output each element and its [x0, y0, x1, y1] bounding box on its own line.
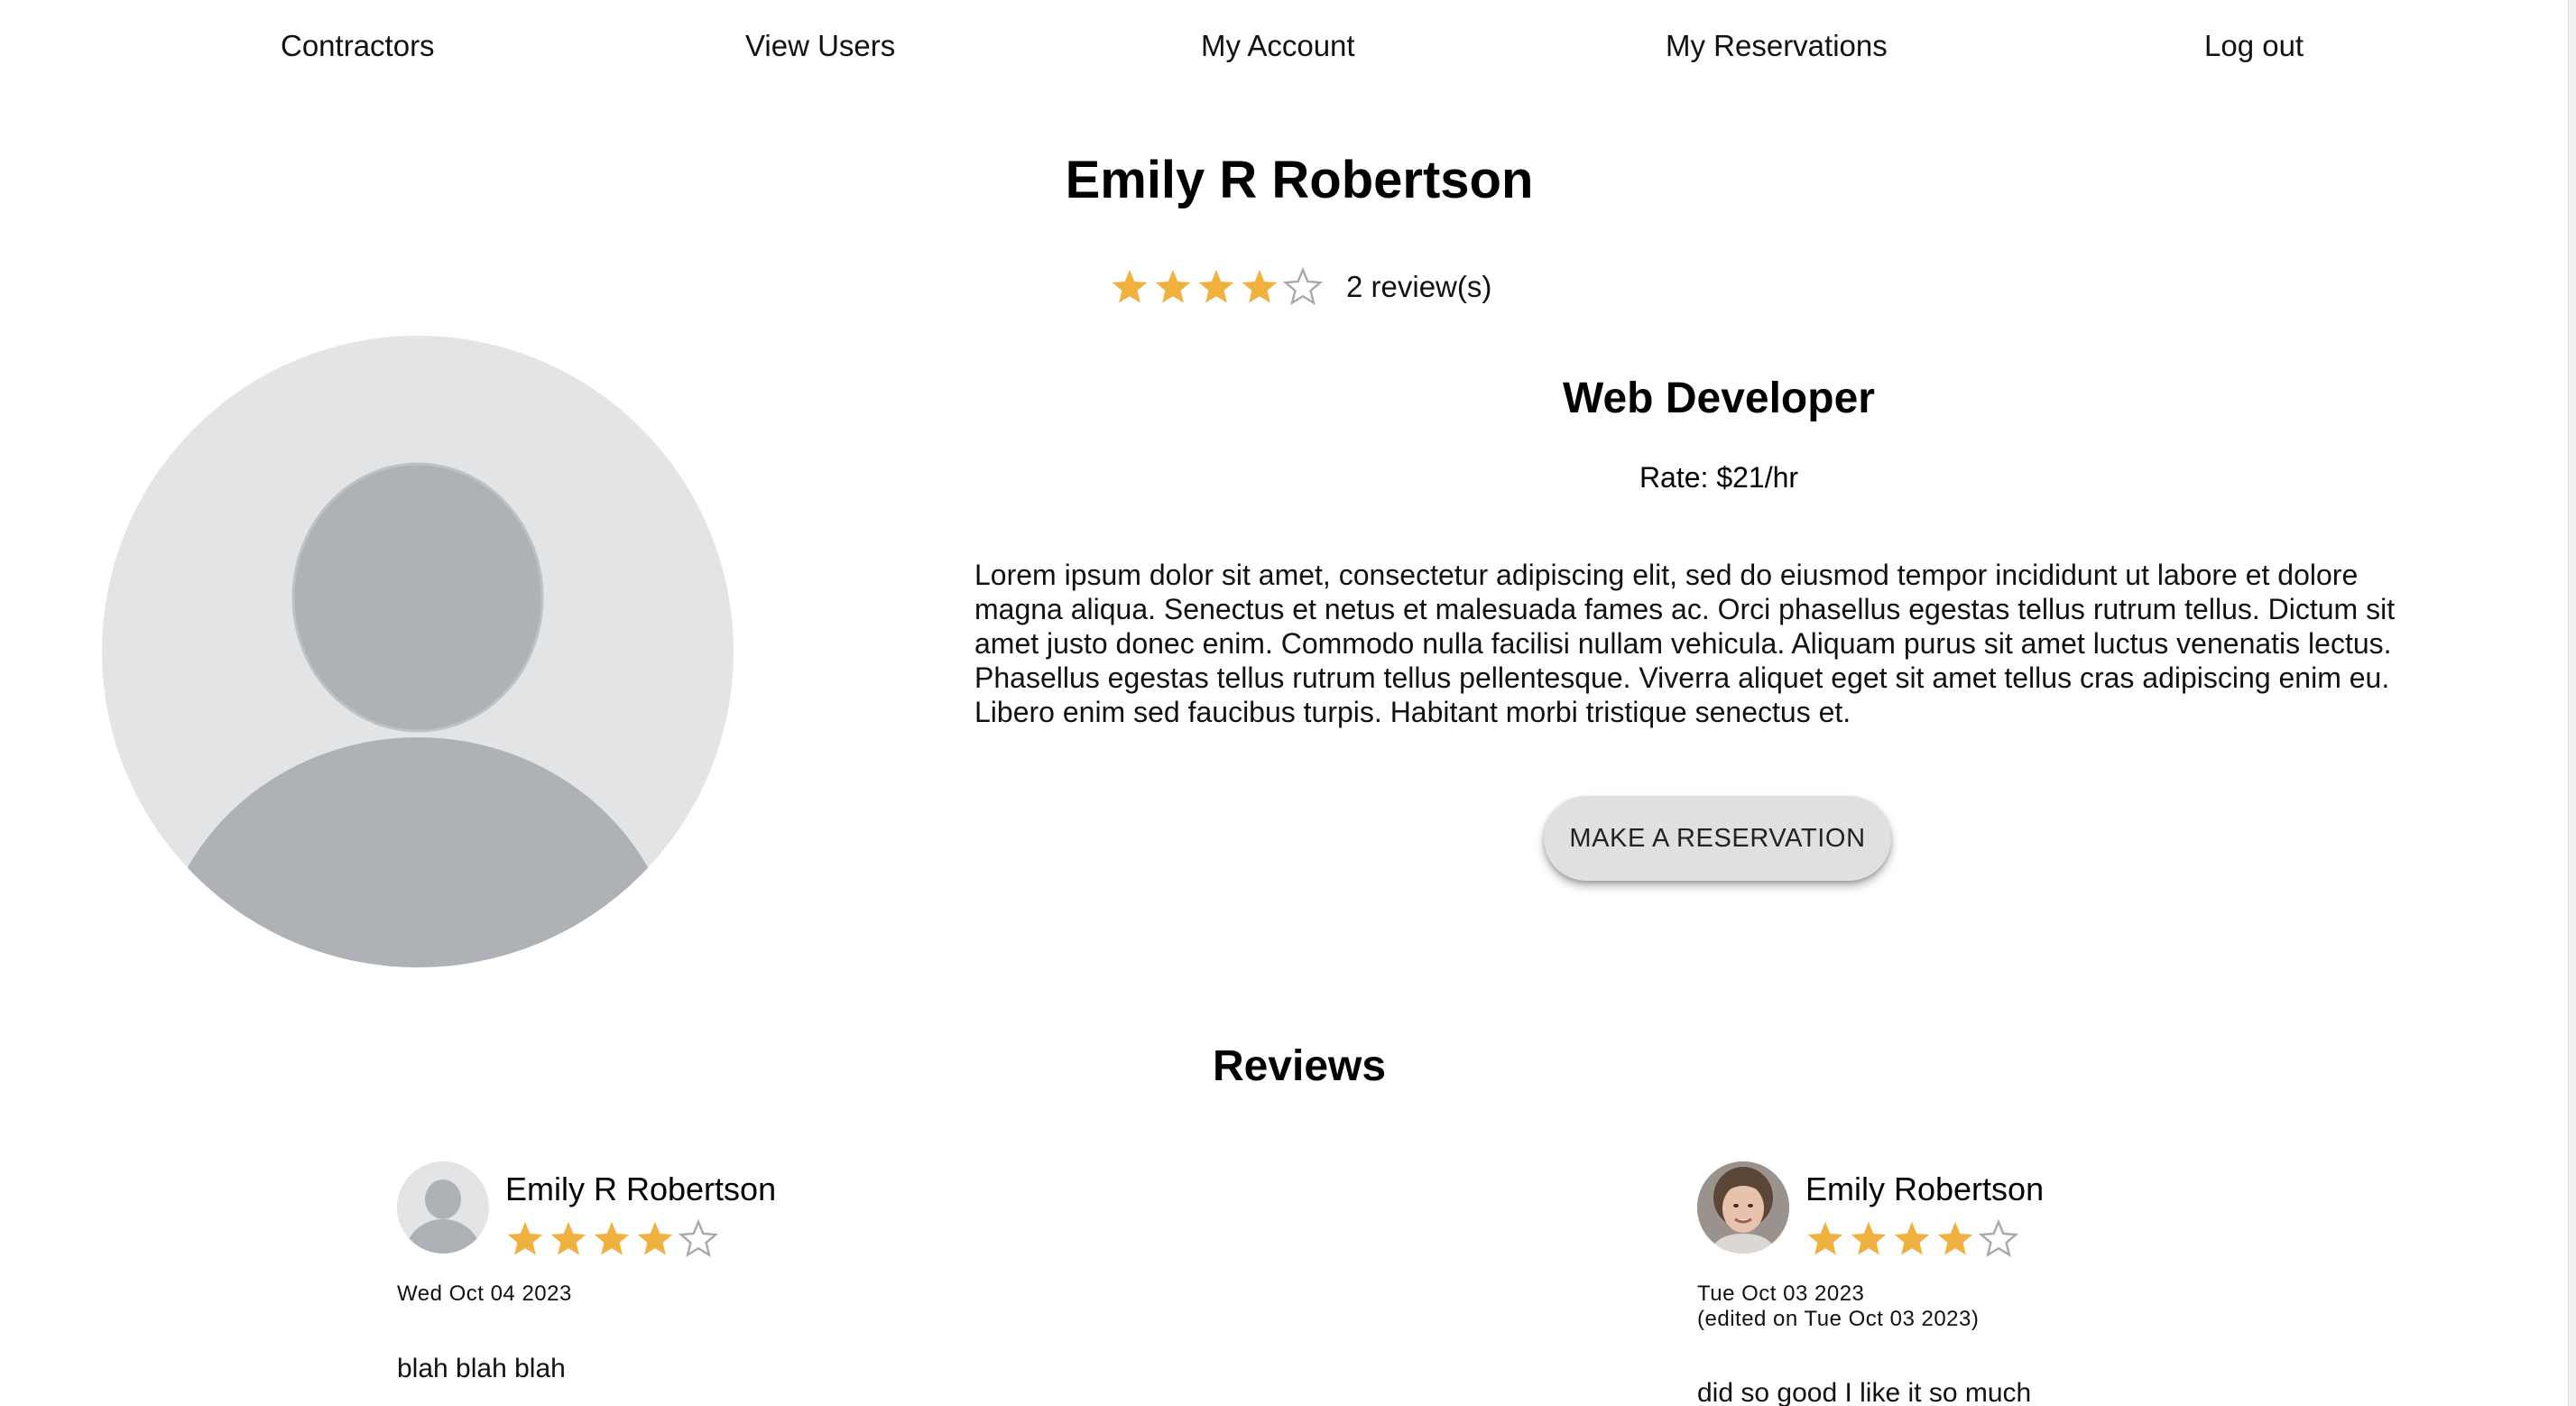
profile-bio: Lorem ipsum dolor sit amet, consectetur … [974, 559, 2396, 728]
star-filled-icon [1155, 269, 1191, 303]
user-photo-avatar [1697, 1161, 1789, 1253]
nav-my-reservations-link[interactable]: My Reservations [1666, 27, 1888, 65]
review-date: Wed Oct 04 2023 [397, 1281, 572, 1306]
scrollbar[interactable] [2568, 0, 2576, 1406]
review-count: 2 review(s) [1346, 270, 1492, 303]
nav-log-out-link[interactable]: Log out [2204, 27, 2304, 65]
star-filled-icon [1198, 269, 1234, 303]
star-filled-icon [507, 1221, 543, 1255]
review-date: Tue Oct 03 2023 [1697, 1281, 1865, 1306]
job-title: Web Developer [1563, 375, 1875, 422]
profile-star-rating [1110, 267, 1323, 307]
nav-my-account-link[interactable]: My Account [1201, 27, 1355, 65]
star-filled-icon [637, 1221, 673, 1255]
profile-rating: 2 review(s) [1110, 262, 1491, 312]
review-text: did so good I like it so much [1697, 1378, 2032, 1406]
contractor-profile-page: Contractors View Users My Account My Res… [0, 0, 2576, 1406]
review-star-rating [505, 1219, 718, 1259]
star-filled-icon [594, 1221, 630, 1255]
star-empty-icon [1283, 267, 1323, 306]
star-empty-icon [679, 1219, 718, 1258]
review-author[interactable]: Emily R Robertson [505, 1169, 776, 1210]
reviews-heading: Reviews [1212, 1042, 1387, 1090]
make-reservation-button[interactable]: MAKE A RESERVATION [1544, 796, 1891, 881]
review-text: blah blah blah [397, 1354, 566, 1383]
nav-view-users-link[interactable]: View Users [745, 27, 895, 65]
star-filled-icon [1242, 269, 1278, 303]
default-user-avatar-icon [102, 336, 734, 967]
hourly-rate: Rate: $21/hr [1639, 461, 1799, 494]
star-filled-icon [1112, 269, 1148, 303]
review-author[interactable]: Emily Robertson [1805, 1169, 2044, 1210]
default-user-avatar-icon [397, 1161, 489, 1253]
star-filled-icon [1937, 1221, 1973, 1255]
star-filled-icon [550, 1221, 586, 1255]
review-star-rating [1805, 1219, 2018, 1259]
nav-contractors-link[interactable]: Contractors [281, 27, 435, 65]
star-filled-icon [1851, 1221, 1887, 1255]
review-edited-note: (edited on Tue Oct 03 2023) [1697, 1307, 1980, 1331]
profile-name: Emily R Robertson [1065, 151, 1534, 209]
star-filled-icon [1807, 1221, 1843, 1255]
star-filled-icon [1894, 1221, 1930, 1255]
star-empty-icon [1979, 1219, 2018, 1258]
